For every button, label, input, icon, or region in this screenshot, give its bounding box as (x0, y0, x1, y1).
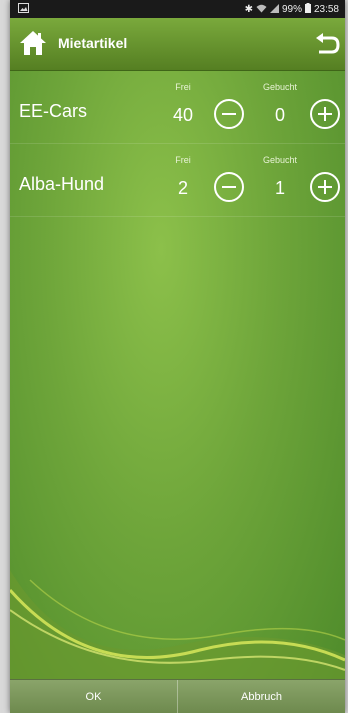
gebucht-label: Gebucht (262, 155, 298, 165)
minus-icon (222, 113, 236, 115)
decrement-button[interactable] (214, 99, 244, 129)
plus-icon (318, 107, 332, 121)
plus-icon (318, 180, 332, 194)
gebucht-label: Gebucht (262, 82, 298, 92)
gebucht-value: 0 (274, 105, 285, 125)
item-name: EE-Cars (19, 101, 88, 121)
ok-button[interactable]: OK (10, 680, 177, 713)
list-item: EE-Cars Frei Gebucht 40 0 (10, 71, 345, 144)
clock: 23:58 (313, 4, 339, 15)
cancel-button[interactable]: Abbruch (177, 680, 345, 713)
frei-value: 2 (177, 178, 188, 198)
home-button[interactable] (18, 28, 48, 58)
image-notification-icon (18, 3, 29, 16)
page-title: Mietartikel (58, 35, 128, 51)
battery-icon (304, 3, 311, 16)
item-name: Alba-Hund (19, 174, 105, 194)
status-bar: ✱ 99% 23:58 (10, 0, 345, 18)
gebucht-value: 1 (274, 178, 285, 198)
decorative-swoosh (10, 570, 345, 680)
home-icon (20, 31, 46, 55)
undo-arrow-icon (316, 33, 340, 54)
battery-level: 99% (281, 4, 302, 15)
back-button[interactable] (313, 30, 341, 58)
frei-label: Frei (175, 82, 191, 92)
signal-icon (269, 3, 279, 16)
list-item: Alba-Hund Frei Gebucht 2 1 (10, 144, 345, 217)
frei-value: 40 (172, 105, 194, 125)
wifi-icon (256, 4, 267, 16)
app-screen: ✱ 99% 23:58 Mietartikel EE-Cars Frei Geb… (10, 0, 345, 713)
frei-label: Frei (175, 155, 191, 165)
bluetooth-icon: ✱ (244, 4, 253, 15)
bottom-button-bar: OK Abbruch (10, 679, 345, 713)
increment-button[interactable] (310, 172, 340, 202)
minus-icon (222, 186, 236, 188)
decrement-button[interactable] (214, 172, 244, 202)
action-bar: Mietartikel (10, 18, 345, 71)
increment-button[interactable] (310, 99, 340, 129)
